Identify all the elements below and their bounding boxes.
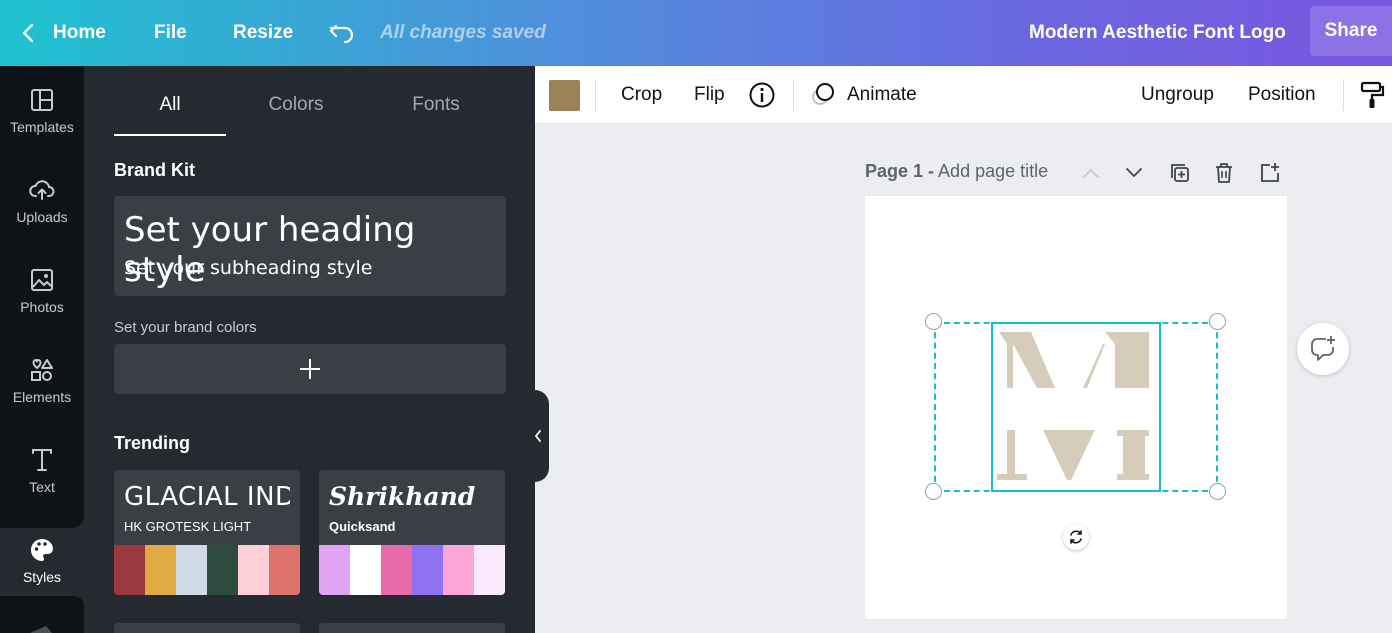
color-swatch <box>238 545 269 595</box>
color-swatch <box>412 545 443 595</box>
canva-editor: Home File Resize All changes saved Moder… <box>0 0 1392 633</box>
rail-label: Styles <box>22 569 62 585</box>
templates-icon <box>31 89 53 111</box>
animate-icon <box>812 83 834 105</box>
rail-more[interactable] <box>0 606 84 633</box>
style-card[interactable] <box>114 623 300 633</box>
add-page-icon[interactable] <box>1255 158 1285 188</box>
styles-panel: All Colors Fonts Brand Kit Set your head… <box>84 66 535 633</box>
delete-page-icon[interactable] <box>1209 158 1239 188</box>
tab-all[interactable]: All <box>114 94 226 136</box>
brand-colors-label: Set your brand colors <box>114 319 257 336</box>
duplicate-page-icon[interactable] <box>1165 158 1195 188</box>
rail-item-uploads[interactable]: Uploads <box>0 156 84 246</box>
save-status: All changes saved <box>380 22 546 43</box>
tab-colors[interactable]: Colors <box>246 94 346 136</box>
flip-button[interactable]: Flip <box>694 66 725 124</box>
move-page-up-icon[interactable] <box>1076 158 1106 188</box>
info-icon[interactable] <box>748 66 776 124</box>
left-rail: Templates Uploads Photos Elements Text S… <box>0 66 84 633</box>
color-swatch <box>350 545 381 595</box>
color-swatch <box>145 545 176 595</box>
toolbar-divider <box>1343 79 1344 111</box>
style-card-heading-font: GLACIAL INDIFFERENCE <box>124 482 290 512</box>
style-card[interactable]: GLACIAL INDIFFERENCE HK GROTESK LIGHT <box>114 470 300 595</box>
style-card-body-font: Quicksand <box>329 519 396 534</box>
add-comment-icon[interactable] <box>1297 323 1349 375</box>
top-bar: Home File Resize All changes saved Moder… <box>0 0 1392 66</box>
color-swatch <box>269 545 300 595</box>
shapes-icon <box>31 358 53 381</box>
subheading-style-text: Set your subheading style <box>124 257 373 279</box>
home-button[interactable]: Home <box>53 0 106 66</box>
color-swatch <box>207 545 238 595</box>
element-selection-box <box>991 322 1161 492</box>
rail-item-styles[interactable]: Styles <box>0 516 84 606</box>
rail-label: Photos <box>20 299 64 315</box>
animate-label: Animate <box>847 84 917 105</box>
move-page-down-icon[interactable] <box>1119 158 1149 188</box>
paint-roller-icon[interactable] <box>1359 66 1385 124</box>
chevron-left-icon <box>534 430 541 442</box>
rail-label: Templates <box>10 119 74 135</box>
rail-item-templates[interactable]: Templates <box>0 66 84 156</box>
style-card-palette <box>319 545 505 595</box>
rail-label: Elements <box>12 389 72 405</box>
rail-item-elements[interactable]: Elements <box>0 336 84 426</box>
color-swatch <box>319 545 350 595</box>
style-card-heading-font: Shrikhand <box>329 482 476 511</box>
color-swatch <box>474 545 505 595</box>
toolbar-divider <box>595 79 596 111</box>
rotate-handle-icon[interactable] <box>1063 524 1089 550</box>
trending-title: Trending <box>114 433 190 453</box>
style-card[interactable]: Shrikhand Quicksand <box>319 470 505 595</box>
style-card-body-font: HK GROTESK LIGHT <box>124 519 252 534</box>
collapse-panel-handle[interactable] <box>527 390 549 482</box>
resize-handle-top-left[interactable] <box>925 313 942 330</box>
tab-fonts[interactable]: Fonts <box>386 94 486 136</box>
rail-item-text[interactable]: Text <box>0 426 84 516</box>
color-swatch <box>381 545 412 595</box>
photo-icon <box>31 269 53 291</box>
position-button[interactable]: Position <box>1248 66 1316 124</box>
resize-button[interactable]: Resize <box>233 0 293 66</box>
color-swatch <box>114 545 145 595</box>
brand-heading-style-card[interactable]: Set your heading style Set your subheadi… <box>114 196 506 296</box>
palette-icon <box>31 539 53 561</box>
color-picker-swatch[interactable] <box>549 80 580 111</box>
style-card[interactable] <box>319 623 505 633</box>
upload-cloud-icon <box>29 180 55 200</box>
back-chevron-icon[interactable] <box>18 0 38 66</box>
resize-handle-bottom-right[interactable] <box>1209 483 1226 500</box>
rail-label: Text <box>29 479 55 495</box>
resize-handle-bottom-left[interactable] <box>925 483 942 500</box>
rail-item-photos[interactable]: Photos <box>0 246 84 336</box>
ungroup-button[interactable]: Ungroup <box>1141 66 1214 124</box>
animate-button[interactable]: Animate <box>809 66 917 124</box>
toolbar-divider <box>793 79 794 111</box>
page-title-input[interactable]: Add page title <box>938 161 1048 181</box>
color-swatch <box>443 545 474 595</box>
add-brand-color-button[interactable] <box>114 344 506 394</box>
context-toolbar: Crop Flip Animate Ungroup Position <box>535 66 1392 124</box>
page-number: Page 1 - <box>865 161 935 181</box>
resize-handle-top-right[interactable] <box>1209 313 1226 330</box>
style-card-palette <box>114 545 300 595</box>
design-title[interactable]: Modern Aesthetic Font Logo <box>1029 0 1286 66</box>
panel-tabs: All Colors Fonts <box>114 94 504 138</box>
text-icon <box>32 449 52 471</box>
page-label[interactable]: Page 1 - Add page title <box>865 161 1048 182</box>
crop-button[interactable]: Crop <box>621 66 662 124</box>
undo-icon[interactable] <box>328 0 356 66</box>
color-swatch <box>176 545 207 595</box>
rail-label: Uploads <box>16 209 68 225</box>
file-menu-button[interactable]: File <box>154 0 187 66</box>
share-button[interactable]: Share <box>1310 6 1392 56</box>
brand-kit-title: Brand Kit <box>114 160 195 180</box>
plus-icon <box>300 359 320 379</box>
